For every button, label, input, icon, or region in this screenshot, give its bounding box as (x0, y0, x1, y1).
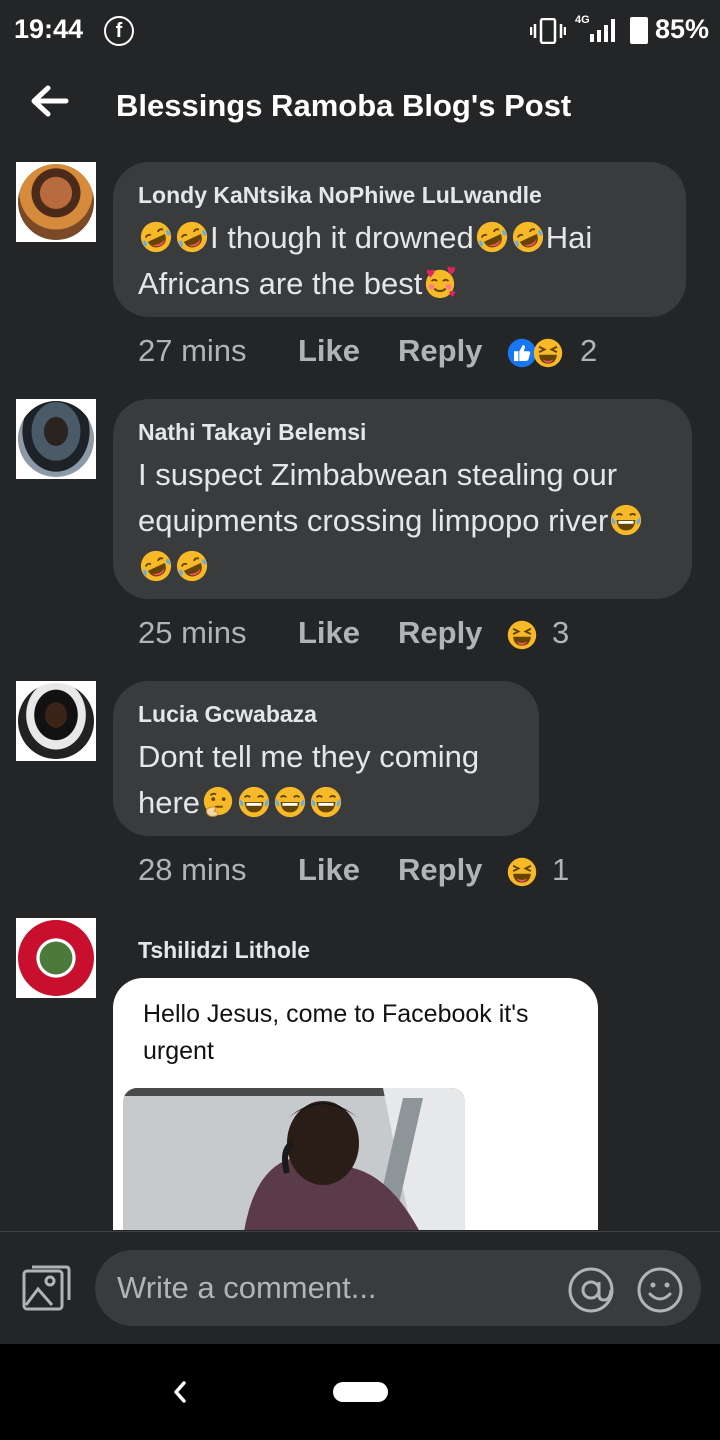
haha-reaction-icon (532, 337, 564, 369)
haha-reaction-icon (506, 856, 538, 888)
reply-button[interactable]: Reply (398, 615, 482, 651)
battery-icon (630, 17, 648, 44)
avatar[interactable] (16, 162, 96, 242)
haha-reaction-icon (506, 619, 538, 651)
emoji-icon[interactable] (635, 1265, 685, 1315)
status-time: 19:44 (14, 14, 84, 44)
comment-author[interactable]: Londy KaNtsika NoPhiwe LuLwandle (138, 182, 661, 209)
joy-emoji-icon (309, 785, 343, 819)
joy-emoji-icon (237, 785, 271, 819)
nav-home-pill[interactable] (333, 1382, 388, 1402)
avatar[interactable] (16, 399, 96, 479)
comment-author[interactable]: Nathi Takayi Belemsi (138, 419, 667, 446)
system-nav-bar (0, 1344, 720, 1440)
app-bar: Blessings Ramoba Blog's Post (0, 66, 720, 150)
like-button[interactable]: Like (298, 333, 360, 369)
at-sign-icon[interactable] (566, 1265, 616, 1315)
reply-button[interactable]: Reply (398, 852, 482, 888)
smiling-hearts-emoji-icon (423, 266, 457, 300)
comment-text: I though it drowned Hai Africans are the … (138, 215, 661, 307)
comment-actions: 27 mins Like Reply 2 (138, 333, 698, 373)
comment-author[interactable]: Tshilidzi Lithole (138, 937, 310, 964)
vibrate-icon (530, 18, 566, 44)
rofl-emoji-icon (175, 220, 209, 254)
comment-time: 25 mins (138, 615, 247, 650)
meme-photo-graphic (123, 1088, 465, 1230)
like-button[interactable]: Like (298, 615, 360, 651)
comment-actions: 28 mins Like Reply 1 (138, 852, 698, 892)
rofl-emoji-icon (511, 220, 545, 254)
comment-bubble: Londy KaNtsika NoPhiwe LuLwandle I thoug… (113, 162, 686, 317)
comment-actions: 25 mins Like Reply 3 (138, 615, 698, 655)
rofl-emoji-icon (139, 220, 173, 254)
comment-bubble: Lucia Gcwabaza Dont tell me they coming … (113, 681, 539, 836)
reaction-count: 3 (552, 615, 570, 650)
avatar[interactable] (16, 918, 96, 998)
facebook-icon: f (104, 16, 134, 46)
network-type: 4G (575, 14, 590, 26)
meme-photo (123, 1088, 465, 1230)
comment-time: 28 mins (138, 852, 247, 887)
comment-time: 27 mins (138, 333, 247, 368)
reaction-count: 1 (552, 852, 570, 887)
comment-text: Dont tell me they coming here (138, 734, 514, 826)
battery-percent: 85% (655, 14, 710, 44)
status-bar: 19:44 f 4G 85% (0, 0, 720, 62)
photo-icon[interactable] (22, 1265, 72, 1313)
image-caption: Hello Jesus, come to Facebook it's urgen… (143, 1000, 529, 1065)
comment-bubble: Nathi Takayi Belemsi I suspect Zimbabwea… (113, 399, 692, 599)
comment-author[interactable]: Lucia Gcwabaza (138, 701, 514, 728)
like-button[interactable]: Like (298, 852, 360, 888)
comment-text-part: I suspect Zimbabwean stealing our equipm… (138, 457, 618, 538)
avatar[interactable] (16, 681, 96, 761)
joy-emoji-icon (609, 503, 643, 537)
signal-icon (590, 19, 615, 42)
back-arrow-icon[interactable] (28, 80, 70, 122)
thinking-emoji-icon (201, 785, 235, 819)
rofl-emoji-icon (475, 220, 509, 254)
nav-back-icon[interactable] (168, 1377, 192, 1407)
comment-text-part: I though it drowned (210, 220, 474, 255)
rofl-emoji-icon (139, 549, 173, 583)
comment-image[interactable]: Hello Jesus, come to Facebook it's urgen… (113, 978, 598, 1230)
reply-button[interactable]: Reply (398, 333, 482, 369)
reaction-count: 2 (580, 333, 598, 368)
page-title: Blessings Ramoba Blog's Post (116, 88, 572, 123)
joy-emoji-icon (273, 785, 307, 819)
rofl-emoji-icon (175, 549, 209, 583)
comment-text: I suspect Zimbabwean stealing our equipm… (138, 452, 667, 590)
